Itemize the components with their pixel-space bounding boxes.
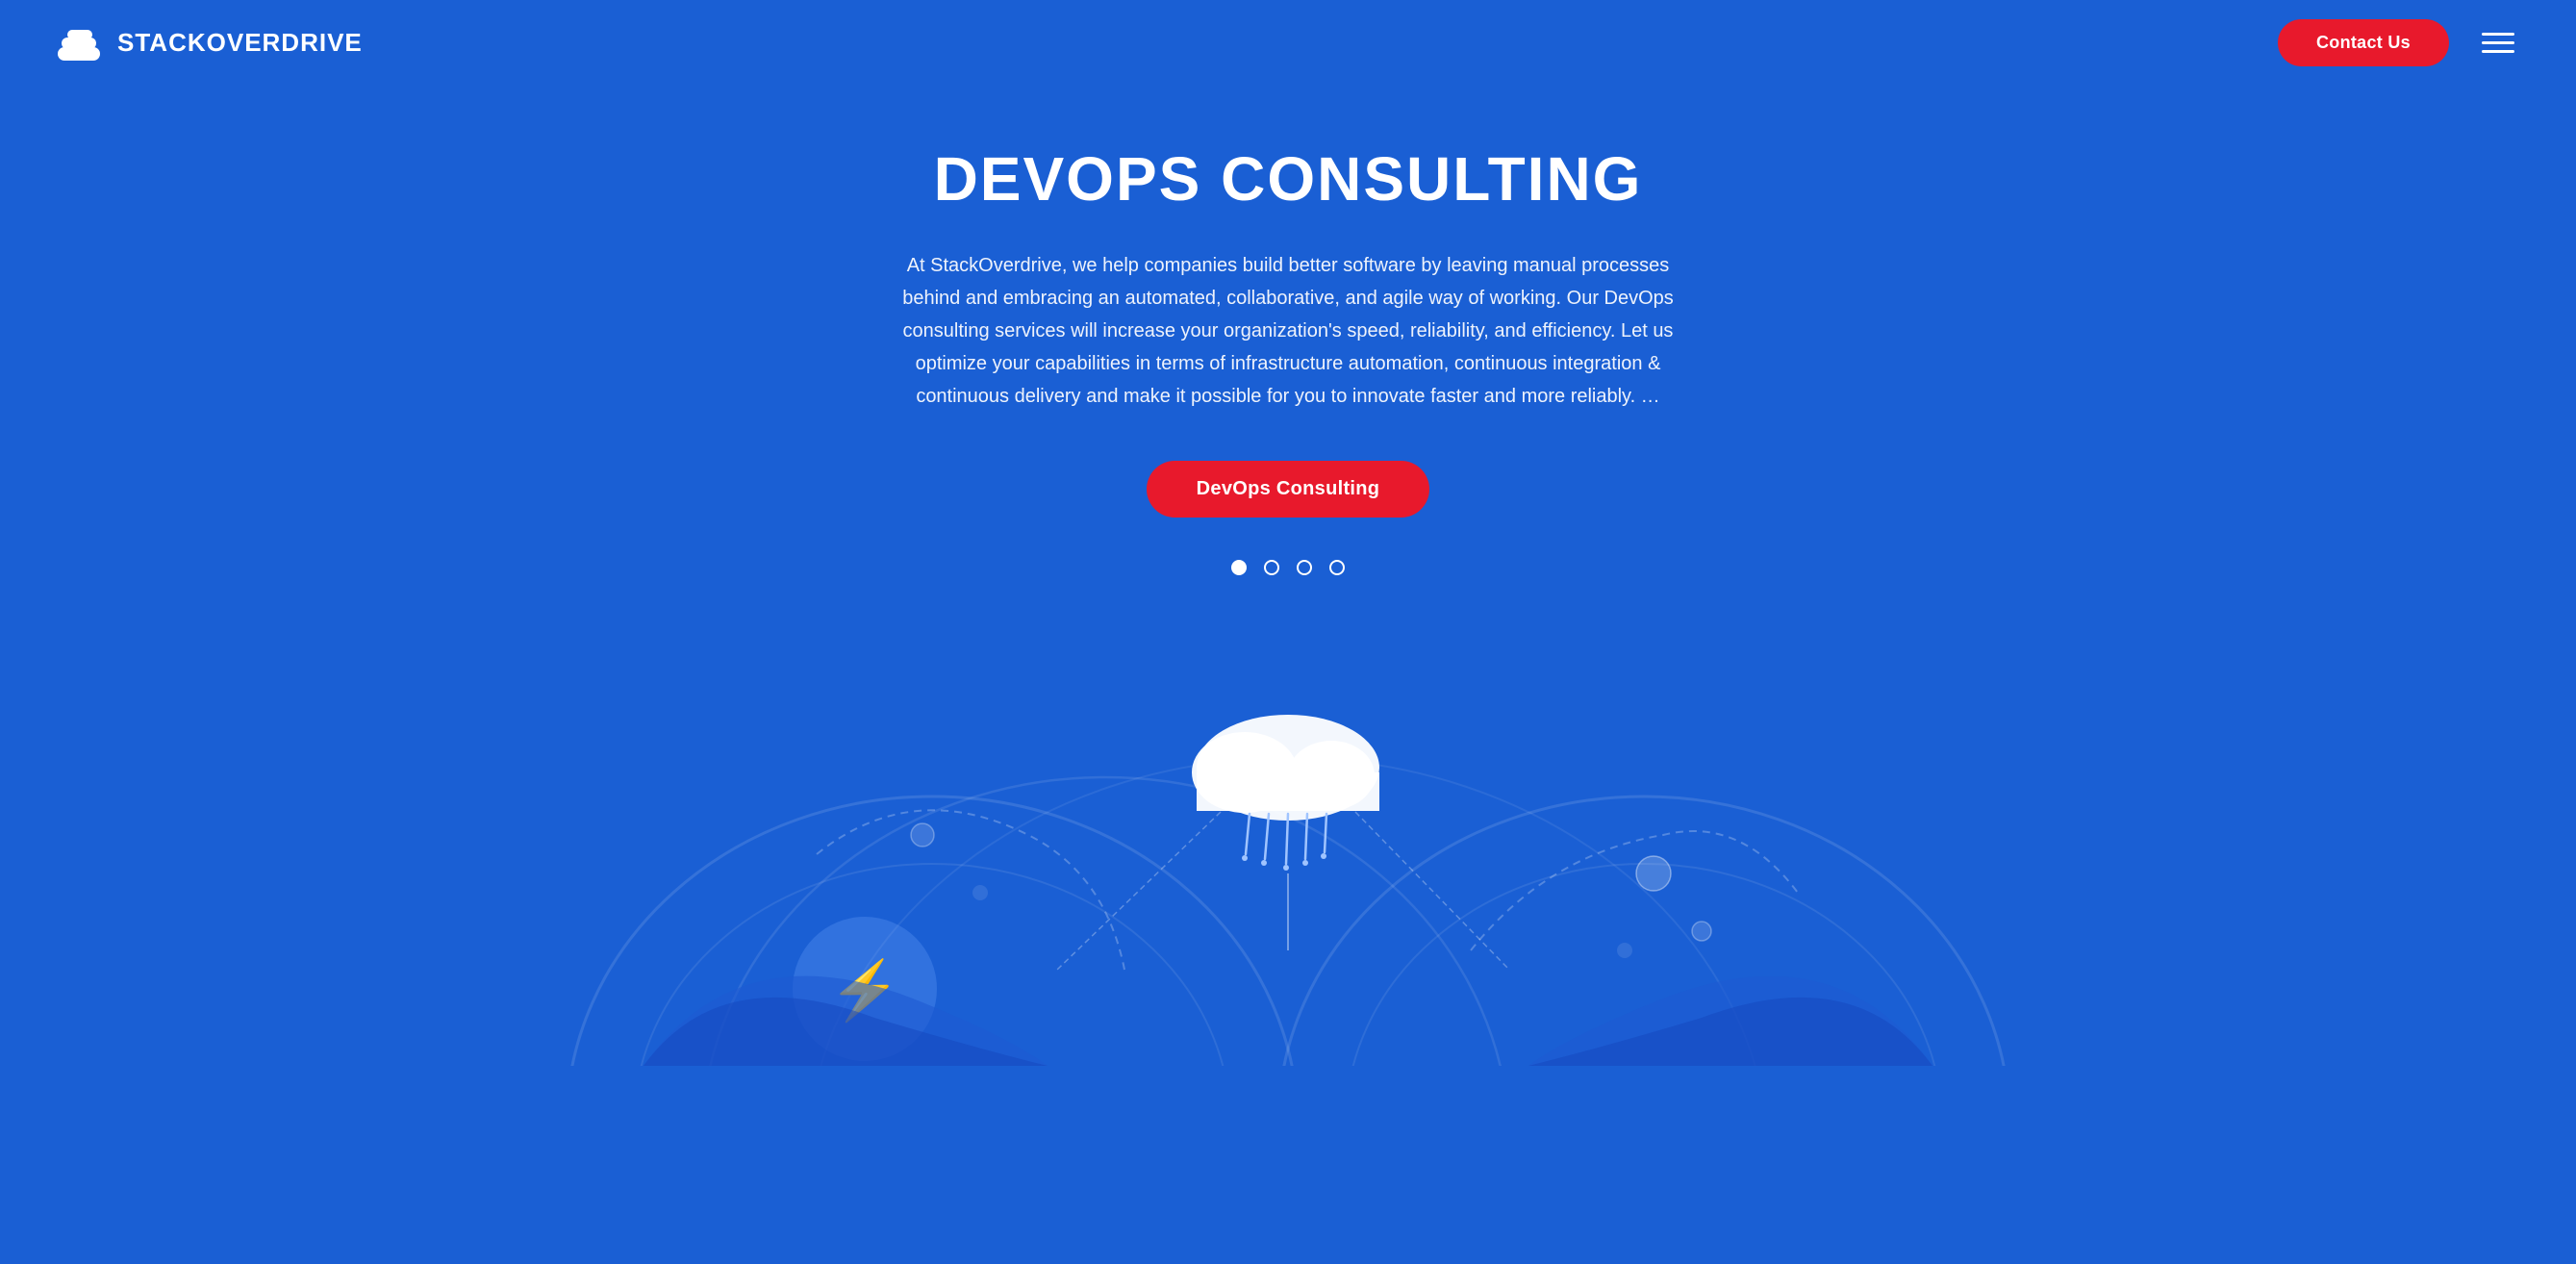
cloud-shape-1 bbox=[58, 47, 100, 61]
page-title: DEVOPS CONSULTING bbox=[934, 143, 1643, 215]
hero-description: At StackOverdrive, we help companies bui… bbox=[894, 249, 1682, 413]
carousel-dot-1[interactable] bbox=[1231, 560, 1247, 575]
hero-illustration: ⚡ bbox=[0, 662, 2576, 1066]
hamburger-menu-button[interactable] bbox=[2478, 29, 2518, 57]
devops-consulting-button[interactable]: DevOps Consulting bbox=[1147, 461, 1430, 518]
carousel-dots bbox=[1231, 560, 1345, 575]
contact-us-button[interactable]: Contact Us bbox=[2278, 19, 2449, 66]
carousel-dot-3[interactable] bbox=[1297, 560, 1312, 575]
logo-icon bbox=[58, 26, 106, 61]
illustration-area: ⚡ bbox=[0, 662, 2576, 1066]
main-content: DEVOPS CONSULTING At StackOverdrive, we … bbox=[0, 86, 2576, 671]
header: STACKOVERDRIVE Contact Us bbox=[0, 0, 2576, 86]
hamburger-line-2 bbox=[2482, 41, 2514, 44]
logo[interactable]: STACKOVERDRIVE bbox=[58, 26, 363, 61]
logo-text: STACKOVERDRIVE bbox=[117, 28, 363, 58]
cloud-shape-3 bbox=[67, 30, 92, 39]
carousel-dot-4[interactable] bbox=[1329, 560, 1345, 575]
hamburger-line-3 bbox=[2482, 50, 2514, 53]
header-right: Contact Us bbox=[2278, 19, 2518, 66]
carousel-dot-2[interactable] bbox=[1264, 560, 1279, 575]
hamburger-line-1 bbox=[2482, 33, 2514, 36]
